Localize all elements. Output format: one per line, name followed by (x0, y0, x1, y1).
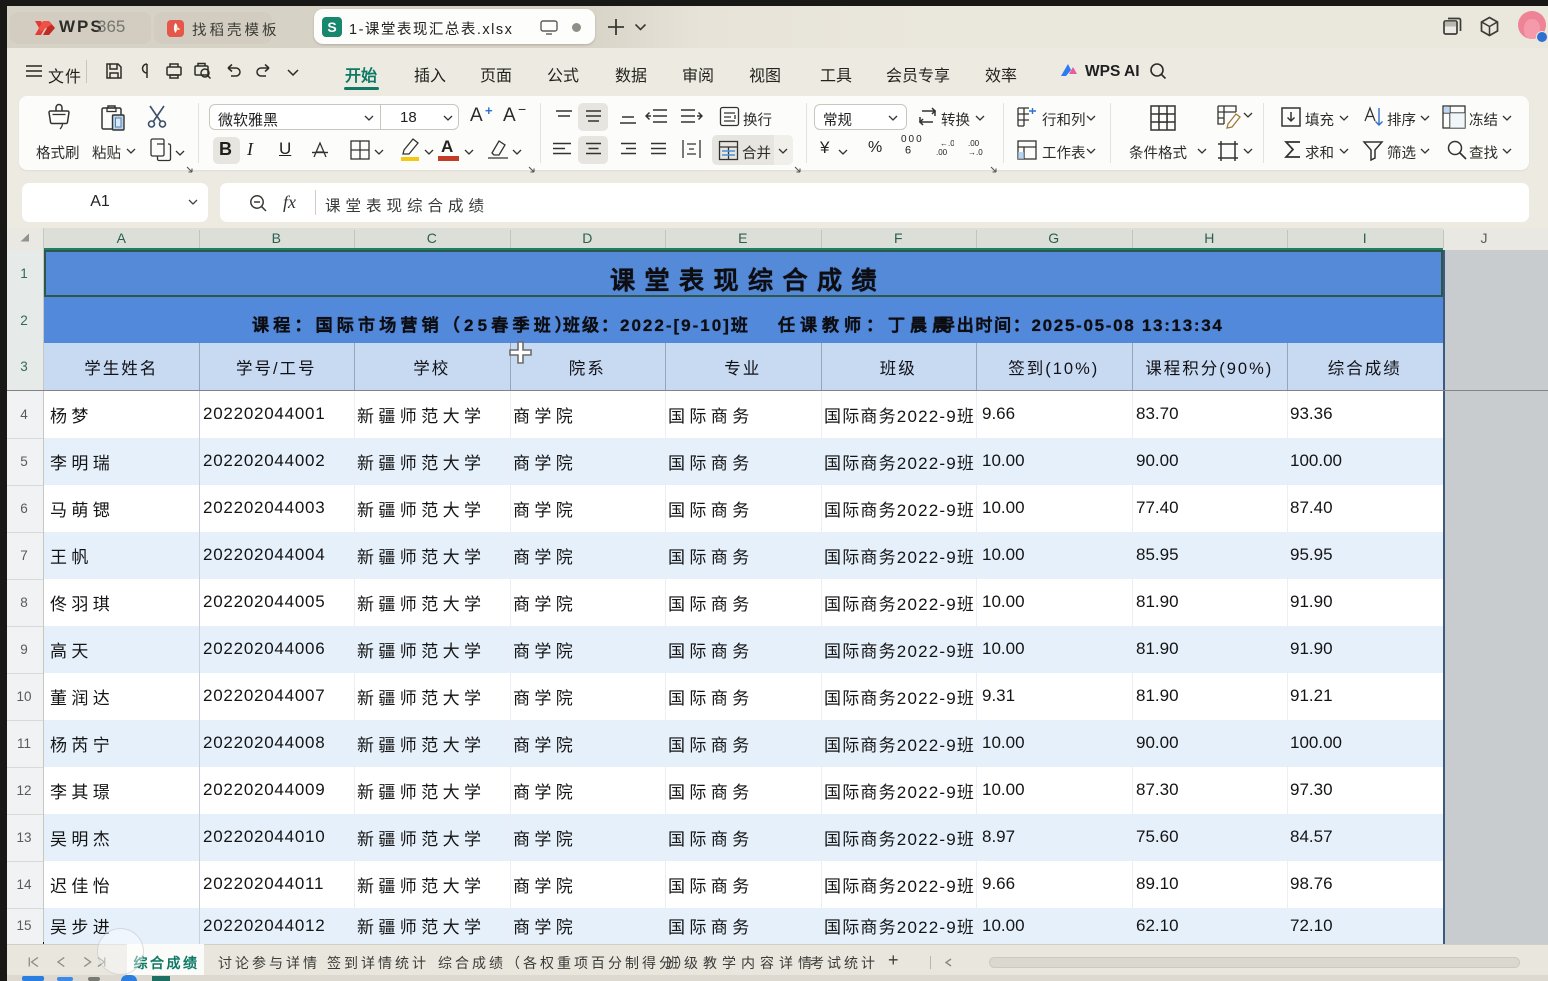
svg-text:.00: .00 (936, 148, 948, 156)
svg-text:←.0: ←.0 (940, 139, 954, 148)
svg-text:S: S (327, 19, 336, 35)
svg-text:→.0: →.0 (968, 148, 983, 156)
svg-text:.00: .00 (968, 139, 980, 148)
